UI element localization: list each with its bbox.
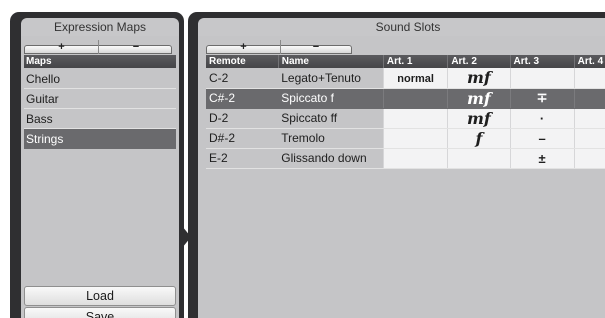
sound-slots-body: + − Remote Name Art. 1 Art. 2 Art. 3 Art. 4 C… [198, 36, 605, 318]
sound-slots-table: Remote Name Art. 1 Art. 2 Art. 3 Art. 4 C-2 Le… [206, 55, 605, 169]
articulation-value: mf [467, 108, 491, 128]
articulation-value: mf [467, 68, 491, 88]
articulation-value: mf [467, 88, 491, 108]
articulation-cell[interactable]: f [447, 128, 511, 149]
expression-maps-panel: Expression Maps + − Maps Chello Guitar Bas… [10, 12, 184, 318]
articulation-cell[interactable] [573, 108, 605, 129]
remove-slot-button[interactable]: − [281, 40, 351, 54]
remote-cell[interactable]: E-2 [206, 148, 279, 169]
articulation-cell[interactable]: mf [447, 88, 511, 109]
add-map-button[interactable]: + [25, 40, 99, 54]
maps-column-header[interactable]: Maps [24, 55, 176, 68]
maps-add-remove-bar: + − [24, 40, 172, 54]
table-row[interactable]: C#-2 Spiccato f mf ∓ [206, 88, 605, 109]
articulation-cell[interactable] [573, 128, 605, 149]
load-button[interactable]: Load [24, 286, 176, 306]
maps-list: Chello Guitar Bass Strings [24, 69, 176, 149]
articulation-cell[interactable] [573, 68, 605, 89]
articulation-cell[interactable]: normal [382, 68, 448, 89]
expression-maps-title: Expression Maps [21, 18, 179, 36]
map-list-item[interactable]: Chello [24, 69, 176, 89]
remove-map-button[interactable]: − [99, 40, 173, 54]
articulation-cell[interactable] [382, 148, 448, 169]
table-row[interactable]: C-2 Legato+Tenuto normal mf [206, 68, 605, 89]
map-list-item[interactable]: Bass [24, 109, 176, 129]
table-body: C-2 Legato+Tenuto normal mf C#-2 Spiccato f mf… [206, 68, 605, 169]
add-slot-button[interactable]: + [207, 40, 281, 54]
map-list-item[interactable]: Guitar [24, 89, 176, 109]
column-header[interactable]: Art. 1 [383, 55, 449, 68]
articulation-cell[interactable] [573, 148, 605, 169]
column-header[interactable]: Name [278, 55, 384, 68]
articulation-cell[interactable]: – [509, 128, 575, 149]
articulation-cell[interactable] [382, 88, 448, 109]
articulation-cell[interactable] [573, 88, 605, 109]
column-header[interactable]: Art. 2 [447, 55, 511, 68]
save-button[interactable]: Save [24, 307, 176, 318]
articulation-cell[interactable] [382, 128, 448, 149]
articulation-cell[interactable] [509, 68, 575, 89]
name-cell[interactable]: Glissando down [278, 148, 384, 169]
name-cell[interactable]: Legato+Tenuto [278, 68, 384, 89]
slots-add-remove-bar: + − [206, 40, 352, 54]
articulation-cell[interactable]: · [509, 108, 575, 129]
articulation-value: ∓ [536, 90, 548, 105]
articulation-value: normal [397, 72, 434, 85]
remote-cell[interactable]: C-2 [206, 68, 279, 89]
sound-slots-title: Sound Slots [198, 18, 605, 36]
name-cell[interactable]: Spiccato f [278, 88, 384, 109]
articulation-value: – [538, 130, 546, 146]
articulation-value: ± [538, 150, 546, 166]
articulation-cell[interactable]: ∓ [509, 88, 575, 109]
articulation-cell[interactable] [382, 108, 448, 129]
articulation-value: f [475, 128, 483, 148]
map-list-item[interactable]: Strings [24, 129, 176, 149]
name-cell[interactable]: Tremolo [278, 128, 384, 149]
remote-cell[interactable]: C#-2 [206, 88, 279, 109]
table-header-row: Remote Name Art. 1 Art. 2 Art. 3 Art. 4 [206, 55, 605, 68]
column-header[interactable]: Art. 3 [510, 55, 575, 68]
sound-slots-panel: Sound Slots + − Remote Name Art. 1 Art. 2 Ar… [188, 12, 605, 318]
table-row[interactable]: D#-2 Tremolo f – [206, 128, 605, 149]
column-header[interactable]: Remote [206, 55, 279, 68]
articulation-cell[interactable]: mf [447, 108, 511, 129]
articulation-cell[interactable]: mf [447, 68, 511, 89]
column-header[interactable]: Art. 4 [574, 55, 605, 68]
table-row[interactable]: D-2 Spiccato ff mf · [206, 108, 605, 129]
remote-cell[interactable]: D-2 [206, 108, 279, 129]
articulation-cell[interactable] [447, 148, 511, 169]
articulation-cell[interactable]: ± [509, 148, 575, 169]
table-row[interactable]: E-2 Glissando down ± [206, 148, 605, 169]
remote-cell[interactable]: D#-2 [206, 128, 279, 149]
expression-maps-body: + − Maps Chello Guitar Bass Strings Load Sa… [21, 36, 179, 318]
articulation-value: · [539, 110, 545, 126]
name-cell[interactable]: Spiccato ff [278, 108, 384, 129]
